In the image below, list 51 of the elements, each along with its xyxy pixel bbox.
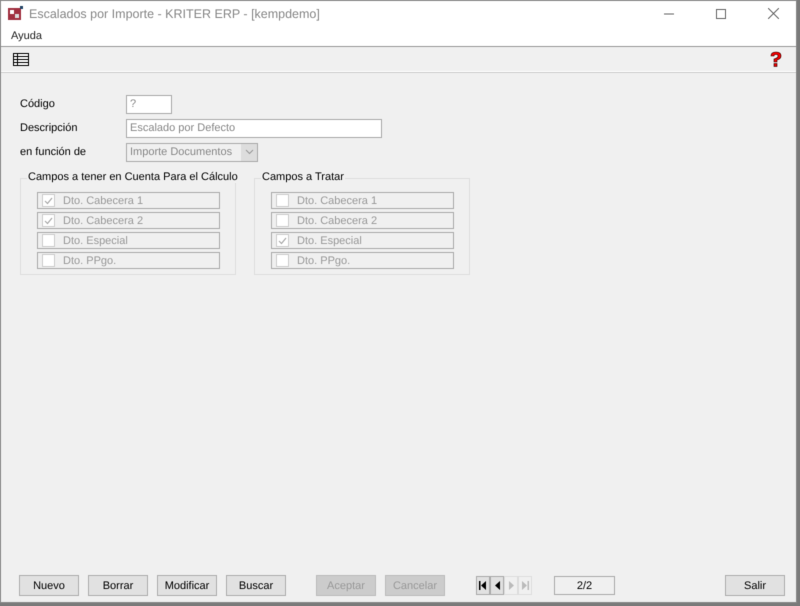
triangle-icon: [506, 579, 516, 592]
input-field[interactable]: Escalado por Defecto: [126, 118, 382, 138]
checkbox-row[interactable]: Dto. PPgo.: [271, 252, 454, 269]
checkbox[interactable]: [276, 194, 289, 207]
triangle-icon: [520, 579, 530, 592]
checkbox[interactable]: [42, 214, 55, 227]
checkbox[interactable]: [42, 254, 55, 267]
triangle-icon: [478, 579, 488, 592]
checkbox[interactable]: [276, 214, 289, 227]
checkbox-label: Dto. Cabecera 2: [63, 214, 144, 226]
action-button[interactable]: Modificar: [157, 575, 217, 596]
field-label: Código: [20, 98, 56, 110]
action-button[interactable]: Buscar: [226, 575, 286, 596]
group-title: Campos a Tratar: [261, 171, 345, 183]
checkbox-label: Dto. PPgo.: [63, 254, 116, 266]
checkbox-label: Dto. PPgo.: [297, 254, 350, 266]
window-title: Escalados por Importe - KRITER ERP - [kempdemo]: [29, 6, 321, 20]
action-button[interactable]: Nuevo: [19, 575, 79, 596]
input-field[interactable]: ?: [126, 94, 172, 114]
checkbox-label: Dto. Especial: [63, 234, 128, 246]
table-icon[interactable]: [13, 52, 29, 66]
checkbox-row[interactable]: Dto. Cabecera 1: [37, 192, 220, 209]
checkbox-row[interactable]: Dto. PPgo.: [37, 252, 220, 269]
checkbox-label: Dto. Cabecera 1: [63, 194, 144, 206]
field-label: Descripción: [20, 122, 78, 134]
dropdown-field[interactable]: Importe Documentos: [126, 142, 258, 162]
checkbox-row[interactable]: Dto. Cabecera 2: [271, 212, 454, 229]
checkbox-label: Dto. Cabecera 2: [297, 214, 378, 226]
checkbox-row[interactable]: Dto. Cabecera 2: [37, 212, 220, 229]
menu-item[interactable]: Ayuda: [11, 30, 42, 42]
field-label: en función de: [20, 146, 88, 158]
checkbox[interactable]: [42, 194, 55, 207]
help-icon[interactable]: [768, 51, 784, 67]
close-icon[interactable]: [768, 8, 778, 19]
checkbox-label: Dto. Cabecera 1: [297, 194, 378, 206]
checkbox[interactable]: [276, 254, 289, 267]
app-logo-icon: [7, 6, 23, 22]
checkbox-row[interactable]: Dto. Especial: [271, 232, 454, 249]
checkbox[interactable]: [42, 234, 55, 247]
nav-first-button[interactable]: [476, 576, 490, 595]
checkbox[interactable]: [276, 234, 289, 247]
nav-prev-button[interactable]: [490, 576, 504, 595]
checkbox-label: Dto. Especial: [297, 234, 362, 246]
chevron-icon: [241, 144, 257, 160]
group-title: Campos a tener en Cuenta Para el Cálculo: [27, 171, 239, 183]
action-button[interactable]: Borrar: [88, 575, 148, 596]
maximize-icon[interactable]: [716, 8, 726, 18]
checkbox-row[interactable]: Dto. Cabecera 1: [271, 192, 454, 209]
exit-button[interactable]: Salir: [725, 575, 785, 596]
record-counter: 2/2: [554, 576, 615, 595]
checkbox-row[interactable]: Dto. Especial: [37, 232, 220, 249]
